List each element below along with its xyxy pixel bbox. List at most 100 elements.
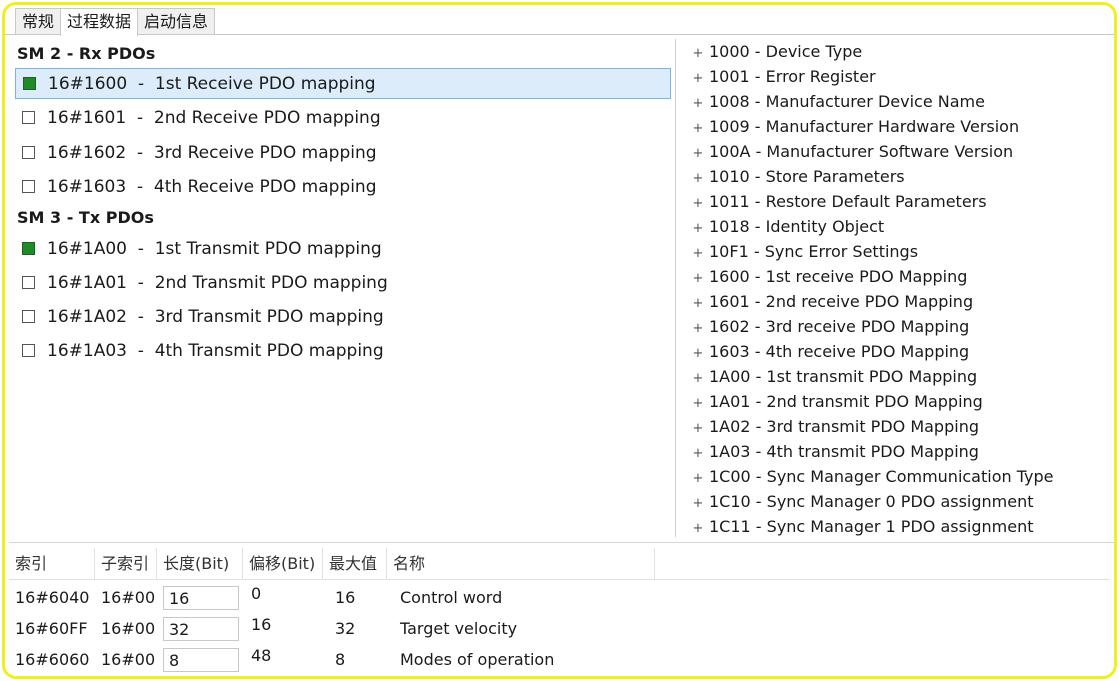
object-item[interactable]: +1602 - 3rd receive PDO Mapping <box>685 314 1110 339</box>
tab-process-data[interactable]: 过程数据 <box>60 8 138 36</box>
pdo-label: 16#1A00 - 1st Transmit PDO mapping <box>47 239 382 259</box>
length-input[interactable]: 16 <box>163 586 239 610</box>
pdo-row-1603[interactable]: 16#1603 - 4th Receive PDO mapping <box>15 172 671 203</box>
cell-offset: 0 <box>251 584 261 603</box>
col-header-subindex[interactable]: 子索引 <box>95 548 157 579</box>
expand-icon[interactable]: + <box>687 66 709 91</box>
pdo-row-1a01[interactable]: 16#1A01 - 2nd Transmit PDO mapping <box>15 268 671 299</box>
object-item[interactable]: +1601 - 2nd receive PDO Mapping <box>685 289 1110 314</box>
cell-name: Control word <box>400 588 502 607</box>
pdo-checkbox[interactable] <box>22 146 35 159</box>
tab-startup-info[interactable]: 启动信息 <box>137 8 215 35</box>
pdo-checkbox[interactable] <box>22 310 35 323</box>
object-item[interactable]: +1600 - 1st receive PDO Mapping <box>685 264 1110 289</box>
expand-icon[interactable]: + <box>687 116 709 141</box>
pdo-checkbox[interactable] <box>22 111 35 124</box>
process-data-panel: 常规 过程数据 启动信息 SM 2 - Rx PDOs 16#1600 - 1s… <box>2 2 1117 679</box>
object-item[interactable]: +1C11 - Sync Manager 1 PDO assignment <box>685 514 1110 539</box>
cell-name: Target velocity <box>400 619 517 638</box>
expand-icon[interactable]: + <box>687 91 709 116</box>
pdo-checkbox[interactable] <box>23 77 36 90</box>
expand-icon[interactable]: + <box>687 416 709 441</box>
expand-icon[interactable]: + <box>687 316 709 341</box>
cell-max: 8 <box>335 650 345 669</box>
length-input[interactable]: 8 <box>163 648 239 672</box>
object-item[interactable]: +1A02 - 3rd transmit PDO Mapping <box>685 414 1110 439</box>
table-row[interactable]: 16#60FF 16#00 32 16 32 Target velocity <box>9 613 709 644</box>
col-header-offset[interactable]: 偏移(Bit) <box>243 548 323 579</box>
cell-index: 16#6040 <box>15 588 89 607</box>
col-header-index[interactable]: 索引 <box>9 548 95 579</box>
splitter[interactable] <box>675 39 676 537</box>
expand-icon[interactable]: + <box>687 166 709 191</box>
object-dictionary-list: +1000 - Device Type +1001 - Error Regist… <box>685 39 1110 539</box>
object-item[interactable]: +1A00 - 1st transmit PDO Mapping <box>685 364 1110 389</box>
expand-icon[interactable]: + <box>687 441 709 466</box>
pdo-label: 16#1600 - 1st Receive PDO mapping <box>48 74 376 94</box>
pdo-entry-table: 索引 子索引 长度(Bit) 偏移(Bit) 最大值 名称 16#6040 16… <box>9 548 1109 580</box>
pdo-label: 16#1A02 - 3rd Transmit PDO mapping <box>47 307 384 327</box>
object-item[interactable]: +1010 - Store Parameters <box>685 164 1110 189</box>
pdo-row-1a02[interactable]: 16#1A02 - 3rd Transmit PDO mapping <box>15 302 671 333</box>
tab-bar: 常规 过程数据 启动信息 <box>15 8 214 35</box>
expand-icon[interactable]: + <box>687 141 709 166</box>
expand-icon[interactable]: + <box>687 191 709 216</box>
pdo-checkbox[interactable] <box>22 180 35 193</box>
expand-icon[interactable]: + <box>687 391 709 416</box>
pdo-assignment-list: SM 2 - Rx PDOs 16#1600 - 1st Receive PDO… <box>11 38 675 538</box>
pdo-row-1a03[interactable]: 16#1A03 - 4th Transmit PDO mapping <box>15 336 671 367</box>
pdo-row-1600[interactable]: 16#1600 - 1st Receive PDO mapping <box>15 68 671 99</box>
table-row[interactable]: 16#6040 16#00 16 0 16 Control word <box>9 582 709 613</box>
object-item[interactable]: +1C00 - Sync Manager Communication Type <box>685 464 1110 489</box>
pdo-row-1601[interactable]: 16#1601 - 2nd Receive PDO mapping <box>15 103 671 134</box>
object-item[interactable]: +1C10 - Sync Manager 0 PDO assignment <box>685 489 1110 514</box>
col-header-max[interactable]: 最大值 <box>323 548 387 579</box>
tab-general[interactable]: 常规 <box>15 8 61 35</box>
sm2-title: SM 2 - Rx PDOs <box>17 44 155 63</box>
object-item[interactable]: +1018 - Identity Object <box>685 214 1110 239</box>
table-header: 索引 子索引 长度(Bit) 偏移(Bit) 最大值 名称 <box>9 548 1109 580</box>
pdo-checkbox[interactable] <box>22 242 35 255</box>
object-item[interactable]: +1A01 - 2nd transmit PDO Mapping <box>685 389 1110 414</box>
table-row[interactable]: 16#6060 16#00 8 48 8 Modes of operation <box>9 644 709 675</box>
pdo-checkbox[interactable] <box>22 344 35 357</box>
object-item[interactable]: +1A03 - 4th transmit PDO Mapping <box>685 439 1110 464</box>
expand-icon[interactable]: + <box>687 466 709 491</box>
object-item[interactable]: +10F1 - Sync Error Settings <box>685 239 1110 264</box>
cell-subindex: 16#00 <box>101 588 155 607</box>
expand-icon[interactable]: + <box>687 241 709 266</box>
object-item[interactable]: +100A - Manufacturer Software Version <box>685 139 1110 164</box>
object-item[interactable]: +1008 - Manufacturer Device Name <box>685 89 1110 114</box>
expand-icon[interactable]: + <box>687 41 709 66</box>
cell-name: Modes of operation <box>400 650 554 669</box>
object-item[interactable]: +1001 - Error Register <box>685 64 1110 89</box>
cell-max: 32 <box>335 619 355 638</box>
expand-icon[interactable]: + <box>687 341 709 366</box>
pdo-label: 16#1602 - 3rd Receive PDO mapping <box>47 143 377 163</box>
cell-subindex: 16#00 <box>101 650 155 669</box>
sm3-title: SM 3 - Tx PDOs <box>17 208 154 227</box>
object-item[interactable]: +1009 - Manufacturer Hardware Version <box>685 114 1110 139</box>
tab-underline <box>5 34 1114 35</box>
cell-max: 16 <box>335 588 355 607</box>
horizontal-splitter[interactable] <box>9 542 1114 543</box>
expand-icon[interactable]: + <box>687 516 709 541</box>
pdo-checkbox[interactable] <box>22 276 35 289</box>
col-header-name[interactable]: 名称 <box>387 548 655 579</box>
cell-offset: 16 <box>251 615 271 634</box>
length-input[interactable]: 32 <box>163 617 239 641</box>
expand-icon[interactable]: + <box>687 291 709 316</box>
cell-offset: 48 <box>251 646 271 665</box>
expand-icon[interactable]: + <box>687 491 709 516</box>
col-header-length[interactable]: 长度(Bit) <box>157 548 243 579</box>
pdo-label: 16#1603 - 4th Receive PDO mapping <box>47 177 376 197</box>
pdo-label: 16#1601 - 2nd Receive PDO mapping <box>47 108 381 128</box>
object-item[interactable]: +1000 - Device Type <box>685 39 1110 64</box>
expand-icon[interactable]: + <box>687 216 709 241</box>
pdo-row-1a00[interactable]: 16#1A00 - 1st Transmit PDO mapping <box>15 234 671 265</box>
object-item[interactable]: +1011 - Restore Default Parameters <box>685 189 1110 214</box>
expand-icon[interactable]: + <box>687 366 709 391</box>
pdo-row-1602[interactable]: 16#1602 - 3rd Receive PDO mapping <box>15 138 671 169</box>
expand-icon[interactable]: + <box>687 266 709 291</box>
object-item[interactable]: +1603 - 4th receive PDO Mapping <box>685 339 1110 364</box>
